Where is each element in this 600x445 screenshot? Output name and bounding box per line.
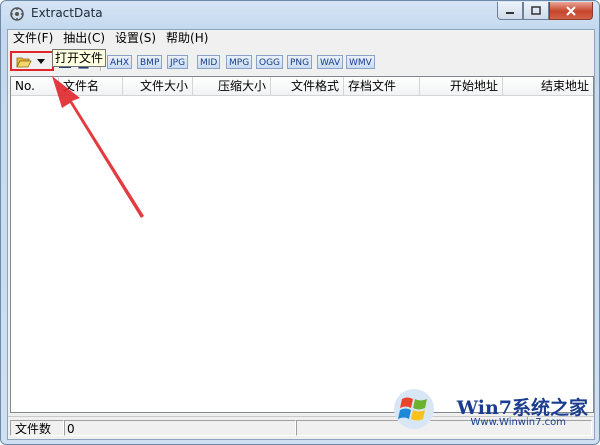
title-bar[interactable]: ExtractData: [1, 1, 599, 27]
column-start-address[interactable]: 开始地址: [420, 77, 503, 95]
dropdown-arrow-icon: [37, 59, 45, 64]
format-mpg-button[interactable]: MPG: [226, 55, 253, 69]
format-ogg-button[interactable]: OGG: [256, 55, 284, 69]
column-file-size[interactable]: 文件大小: [123, 77, 193, 95]
close-button[interactable]: [549, 2, 593, 20]
file-count-value: 0: [64, 420, 296, 436]
list-header: No. 文件名 文件大小 压缩大小 文件格式 存档文件 开始地址 结束地址: [11, 77, 593, 96]
watermark-brand: Win7系统之家: [456, 397, 588, 419]
menu-settings[interactable]: 设置(S): [110, 30, 161, 47]
column-end-address[interactable]: 结束地址: [503, 77, 593, 95]
format-mid-button[interactable]: MID: [197, 55, 221, 69]
folder-open-icon: [16, 57, 32, 68]
column-compressed-size[interactable]: 压缩大小: [193, 77, 271, 95]
open-file-tooltip: 打开文件: [52, 49, 107, 67]
windows-logo-icon: [394, 389, 434, 429]
menu-help[interactable]: 帮助(H): [161, 30, 213, 47]
maximize-button[interactable]: [523, 2, 549, 20]
menu-extract[interactable]: 抽出(C): [58, 30, 110, 47]
client-area: 文件(F) 抽出(C) 设置(S) 帮助(H) AHX BMP JPG MID …: [7, 29, 595, 440]
open-file-button[interactable]: [15, 53, 33, 71]
column-archive-file[interactable]: 存档文件: [344, 77, 420, 95]
minimize-icon: [506, 11, 514, 14]
window-title: ExtractData: [31, 6, 103, 20]
menu-file[interactable]: 文件(F): [8, 30, 58, 47]
column-file-format[interactable]: 文件格式: [271, 77, 344, 95]
format-wmv-button[interactable]: WMV: [346, 55, 375, 69]
format-ahx-button[interactable]: AHX: [107, 55, 133, 69]
watermark: Win7系统之家 Www.Winwin7.com: [392, 387, 592, 435]
maximize-icon: [531, 6, 541, 15]
file-list[interactable]: No. 文件名 文件大小 压缩大小 文件格式 存档文件 开始地址 结束地址: [10, 76, 594, 413]
file-count-label: 文件数: [10, 420, 64, 436]
app-icon: [10, 7, 24, 21]
column-no[interactable]: No.: [11, 77, 59, 95]
format-bmp-button[interactable]: BMP: [137, 55, 163, 69]
format-jpg-button[interactable]: JPG: [167, 55, 189, 69]
open-dropdown-button[interactable]: [35, 53, 47, 71]
format-wav-button[interactable]: WAV: [317, 55, 344, 69]
watermark-url: Www.Winwin7.com: [470, 417, 566, 428]
column-filename[interactable]: 文件名: [59, 77, 123, 95]
menu-bar: 文件(F) 抽出(C) 设置(S) 帮助(H): [8, 30, 594, 47]
minimize-button[interactable]: [497, 2, 523, 20]
format-png-button[interactable]: PNG: [287, 55, 313, 69]
close-icon: [566, 5, 576, 16]
